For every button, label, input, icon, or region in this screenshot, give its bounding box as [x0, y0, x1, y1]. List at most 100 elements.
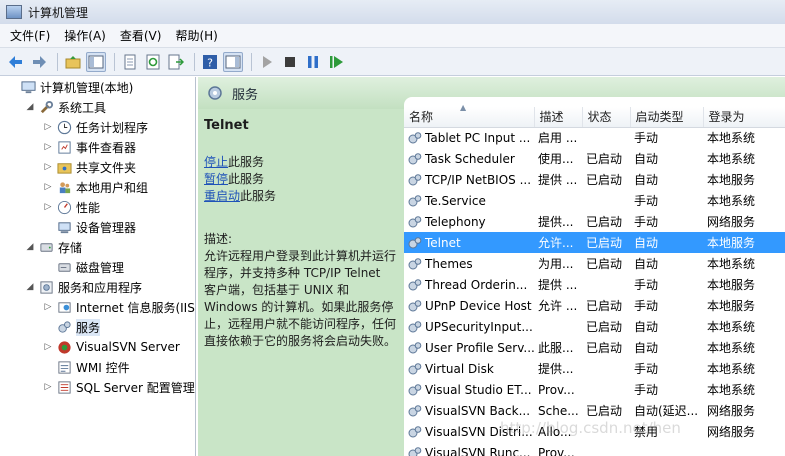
expanded-arrow-icon[interactable]: ◢ — [24, 282, 36, 292]
stop-service-button[interactable] — [280, 52, 300, 72]
table-row[interactable]: VisualSVN Back... Sche... 已启动 自动(延迟... 网络服务 — [404, 400, 785, 421]
table-row[interactable]: Telnet 允许... 已启动 自动 本地服务 — [404, 232, 785, 253]
service-status-cell: 已启动 — [586, 299, 623, 313]
table-row[interactable]: Te.Service 手动 本地系统 — [404, 190, 785, 211]
collapsed-arrow-icon[interactable]: ▷ — [42, 202, 54, 212]
show-hide-console-tree-button[interactable] — [86, 51, 106, 72]
restart-service-button[interactable] — [326, 52, 346, 72]
column-header-status[interactable]: 状态 — [582, 107, 631, 128]
menu-file[interactable]: 文件(F) — [10, 27, 50, 44]
tree-item[interactable]: ◢ 服务和应用程序 — [0, 277, 195, 297]
up-level-button[interactable] — [63, 52, 83, 72]
tree-item-label: WMI 控件 — [76, 360, 130, 375]
tree-item[interactable]: ▷ 性能 — [0, 197, 195, 217]
table-row[interactable]: Visual Studio ET... Prov... 手动 本地系统 — [404, 379, 785, 400]
computer-icon — [20, 79, 36, 95]
service-description-cell: 提供 ... — [538, 173, 578, 187]
tree-item[interactable]: 服务 — [0, 317, 195, 337]
forward-button[interactable] — [29, 52, 49, 72]
service-startup-type-cell: 自动 — [634, 173, 659, 187]
help-button[interactable]: ? — [200, 52, 220, 72]
expanded-arrow-icon[interactable]: ◢ — [24, 242, 36, 252]
collapsed-arrow-icon[interactable]: ▷ — [42, 302, 54, 312]
column-header-name[interactable]: ▲ 名称 — [404, 103, 535, 128]
service-startup-type-cell: 手动 — [634, 215, 659, 229]
tree-item[interactable]: 设备管理器 — [0, 217, 195, 237]
service-startup-type-cell: 自动(延迟... — [634, 404, 699, 418]
service-name-cell: Themes — [404, 253, 534, 274]
table-row[interactable]: VisualSVN Distri... Allo... 禁用 网络服务 — [404, 421, 785, 442]
tree-item[interactable]: ▷ SQL Server 配置管理器 — [0, 377, 195, 397]
table-row[interactable]: Themes 为用... 已启动 自动 本地系统 — [404, 253, 785, 274]
service-startup-type-cell: 手动 — [634, 383, 659, 397]
tree-item[interactable]: ▷ Internet 信息服务(IIS)管理器 — [0, 297, 195, 317]
tree-item[interactable]: ▷ 共享文件夹 — [0, 157, 195, 177]
menu-help[interactable]: 帮助(H) — [175, 27, 217, 44]
tree-item-label: VisualSVN Server — [76, 340, 180, 354]
service-name-cell: Telnet — [404, 232, 534, 253]
device-manager-icon — [56, 219, 72, 235]
table-row[interactable]: UPSecurityInput... 已启动 自动 本地系统 — [404, 316, 785, 337]
back-button[interactable] — [6, 52, 26, 72]
table-row[interactable]: User Profile Serv... 此服... 已启动 自动 本地系统 — [404, 337, 785, 358]
tree-item[interactable]: ◢ 系统工具 — [0, 97, 195, 117]
service-logon-cell — [703, 442, 785, 456]
column-header-log-on-as[interactable]: 登录为 — [703, 107, 785, 128]
tree-item[interactable]: ◢ 存储 — [0, 237, 195, 257]
service-name-cell: TCP/IP NetBIOS ... — [404, 169, 534, 190]
tree-item[interactable]: 计算机管理(本地) — [0, 77, 195, 97]
expanded-arrow-icon[interactable]: ◢ — [24, 102, 36, 112]
svn-icon — [56, 339, 72, 355]
pause-service-button[interactable] — [303, 52, 323, 72]
table-row[interactable]: Virtual Disk 提供... 手动 本地系统 — [404, 358, 785, 379]
menu-view[interactable]: 查看(V) — [120, 27, 162, 44]
table-row[interactable]: Telephony 提供... 已启动 手动 网络服务 — [404, 211, 785, 232]
tree-item[interactable]: ▷ VisualSVN Server — [0, 337, 195, 357]
properties-button[interactable] — [120, 52, 140, 72]
table-row[interactable]: Tablet PC Input ... 启用 ... 手动 本地系统 — [404, 127, 785, 148]
tools-icon — [38, 99, 54, 115]
service-status-cell: 已启动 — [586, 215, 623, 229]
restart-link[interactable]: 重启动 — [204, 189, 240, 203]
start-service-button[interactable] — [257, 52, 277, 72]
service-logon-cell: 本地系统 — [707, 383, 756, 397]
column-header-description[interactable]: 描述 — [534, 107, 583, 128]
shared-folder-icon — [56, 159, 72, 175]
service-status-cell — [582, 358, 630, 379]
service-description-cell — [534, 190, 582, 211]
table-row[interactable]: Thread Orderin... 提供 ... 手动 本地服务 — [404, 274, 785, 295]
export-list-button[interactable] — [166, 52, 186, 72]
show-hide-action-pane-button[interactable] — [223, 51, 243, 72]
collapsed-arrow-icon[interactable]: ▷ — [42, 182, 54, 192]
menu-action[interactable]: 操作(A) — [64, 27, 106, 44]
tree-item-label: 存储 — [58, 240, 83, 255]
table-row[interactable]: TCP/IP NetBIOS ... 提供 ... 已启动 自动 本地服务 — [404, 169, 785, 190]
collapsed-arrow-icon[interactable]: ▷ — [42, 122, 54, 132]
service-description-cell: Allo... — [538, 424, 572, 439]
collapsed-arrow-icon[interactable]: ▷ — [42, 382, 54, 392]
collapsed-arrow-icon[interactable]: ▷ — [42, 142, 54, 152]
tree-item[interactable]: WMI 控件 — [0, 357, 195, 377]
service-status-cell: 已启动 — [586, 173, 623, 187]
refresh-button[interactable] — [143, 52, 163, 72]
disk-icon — [56, 259, 72, 275]
collapsed-arrow-icon[interactable]: ▷ — [42, 162, 54, 172]
table-row[interactable]: VisualSVN Runc... Prov... — [404, 442, 785, 456]
pause-link[interactable]: 暂停 — [204, 172, 228, 186]
collapsed-arrow-icon[interactable]: ▷ — [42, 342, 54, 352]
service-icon — [408, 425, 422, 439]
table-row[interactable]: UPnP Device Host 允许 ... 已启动 手动 本地服务 — [404, 295, 785, 316]
service-logon-cell: 本地系统 — [707, 131, 756, 146]
menu-bar: 文件(F) 操作(A) 查看(V) 帮助(H) — [0, 24, 785, 48]
service-icon — [408, 383, 422, 397]
stop-icon — [285, 56, 295, 67]
tree-item[interactable]: ▷ 本地用户和组 — [0, 177, 195, 197]
tree-item[interactable]: ▷ 事件查看器 — [0, 137, 195, 157]
table-row[interactable]: Task Scheduler 使用... 已启动 自动 本地系统 — [404, 148, 785, 169]
service-startup-type-cell: 禁用 — [634, 425, 659, 439]
tree-item[interactable]: ▷ 任务计划程序 — [0, 117, 195, 137]
refresh-icon — [146, 54, 160, 69]
stop-link[interactable]: 停止 — [204, 155, 228, 169]
tree-item[interactable]: 磁盘管理 — [0, 257, 195, 277]
column-header-startup-type[interactable]: 启动类型 — [630, 107, 704, 128]
